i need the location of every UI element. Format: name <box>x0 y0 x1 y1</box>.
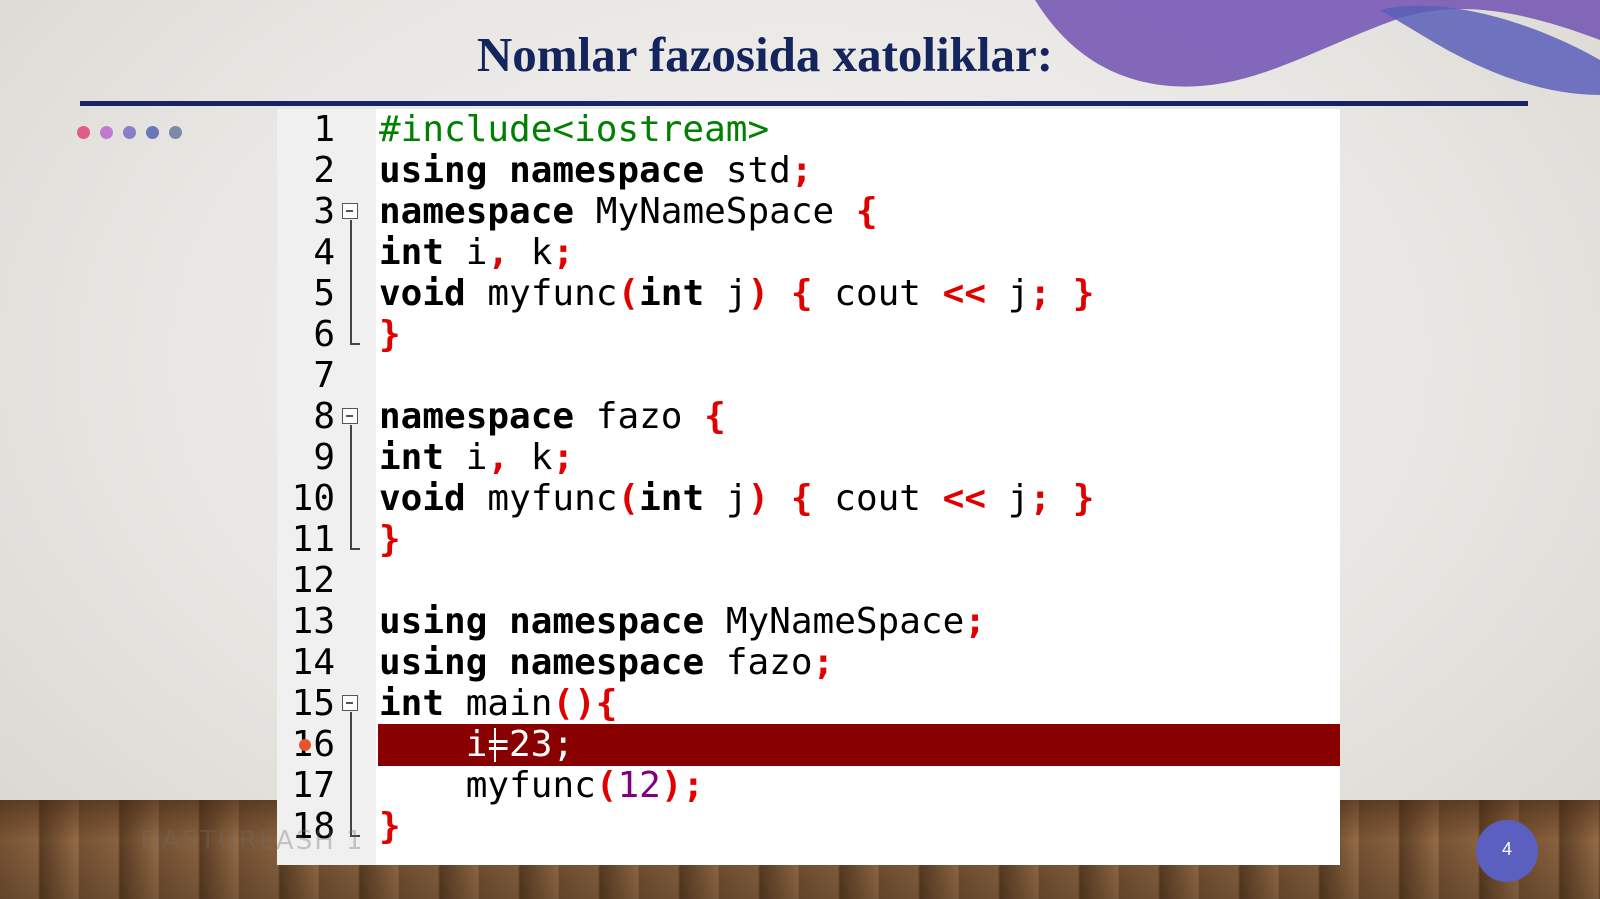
code-text[interactable]: } <box>379 806 401 848</box>
dot-2 <box>100 126 113 139</box>
dot-4 <box>146 126 159 139</box>
line-number: 5 <box>313 273 335 314</box>
fold-toggle-icon[interactable] <box>342 408 358 424</box>
code-line[interactable]: 10 void myfunc(int j) { cout << j; } <box>277 478 1340 520</box>
code-line[interactable]: 17 myfunc(12); <box>277 765 1340 807</box>
code-line[interactable]: 8 namespace fazo { <box>277 396 1340 438</box>
line-number: 6 <box>313 314 335 355</box>
code-line[interactable]: 15 int main(){ <box>277 683 1340 725</box>
line-number: 11 <box>291 519 335 560</box>
code-editor-screenshot[interactable]: 1 #include<iostream> 2 using namespace std;… <box>277 109 1340 865</box>
breakpoint-marker-icon[interactable] <box>299 739 311 751</box>
line-number: 10 <box>291 478 335 519</box>
code-text[interactable]: namespace fazo { <box>379 396 726 438</box>
fold-toggle-icon[interactable] <box>342 695 358 711</box>
code-line[interactable]: 12 <box>277 560 1340 602</box>
code-line[interactable]: 4 int i, k; <box>277 232 1340 274</box>
code-line[interactable]: 7 <box>277 355 1340 397</box>
line-number: 15 <box>291 683 335 724</box>
line-number: 8 <box>313 396 335 437</box>
code-line[interactable]: 9 int i, k; <box>277 437 1340 479</box>
code-line[interactable]: 1 #include<iostream> <box>277 109 1340 151</box>
line-number: 4 <box>313 232 335 273</box>
line-number: 9 <box>313 437 335 478</box>
code-text[interactable]: using namespace fazo; <box>379 642 834 684</box>
code-line[interactable]: 13 using namespace MyNameSpace; <box>277 601 1340 643</box>
page-number-badge: 4 <box>1476 820 1538 882</box>
code-line[interactable]: 14 using namespace fazo; <box>277 642 1340 684</box>
line-number: 14 <box>291 642 335 683</box>
line-number: 12 <box>291 560 335 601</box>
code-text[interactable]: using namespace MyNameSpace; <box>379 601 986 643</box>
watermark-text: DASTURLASH 1 <box>140 826 365 856</box>
line-number: 2 <box>313 150 335 191</box>
code-text[interactable]: } <box>379 519 401 561</box>
code-line[interactable]: 3 namespace MyNameSpace { <box>277 191 1340 233</box>
code-text[interactable]: myfunc(12); <box>379 765 704 807</box>
code-line[interactable]: 18} <box>277 806 1340 848</box>
fold-guide-line <box>350 425 352 548</box>
line-number: 7 <box>313 355 335 396</box>
code-text[interactable]: i=23; <box>379 724 574 766</box>
line-number: 1 <box>313 109 335 150</box>
fold-guide-end <box>350 343 360 345</box>
fold-guide-line <box>350 220 352 343</box>
code-text[interactable]: int main(){ <box>379 683 617 725</box>
line-number: 17 <box>291 765 335 806</box>
code-text[interactable]: } <box>379 314 401 356</box>
code-line[interactable]: 2 using namespace std; <box>277 150 1340 192</box>
code-text[interactable]: void myfunc(int j) { cout << j; } <box>379 273 1094 315</box>
fold-guide-end <box>350 548 360 550</box>
code-text[interactable]: namespace MyNameSpace { <box>379 191 878 233</box>
slide-title: Nomlar fazosida xatoliklar: <box>476 27 1054 82</box>
line-number: 13 <box>291 601 335 642</box>
decorative-dots <box>77 126 182 139</box>
code-text[interactable]: using namespace std; <box>379 150 813 192</box>
code-text[interactable]: #include<iostream> <box>379 109 769 151</box>
line-number: 3 <box>313 191 335 232</box>
code-line[interactable]: 5 void myfunc(int j) { cout << j; } <box>277 273 1340 315</box>
code-line[interactable]: 16 i=23; <box>277 724 1340 766</box>
dot-1 <box>77 126 90 139</box>
code-line[interactable]: 6} <box>277 314 1340 356</box>
code-text[interactable]: int i, k; <box>379 437 574 479</box>
fold-toggle-icon[interactable] <box>342 203 358 219</box>
fold-guide-line <box>350 712 352 835</box>
dot-5 <box>169 126 182 139</box>
code-text[interactable]: void myfunc(int j) { cout << j; } <box>379 478 1094 520</box>
text-cursor <box>494 728 496 762</box>
title-underline <box>80 101 1528 106</box>
code-line[interactable]: 11} <box>277 519 1340 561</box>
code-text[interactable]: int i, k; <box>379 232 574 274</box>
dot-3 <box>123 126 136 139</box>
